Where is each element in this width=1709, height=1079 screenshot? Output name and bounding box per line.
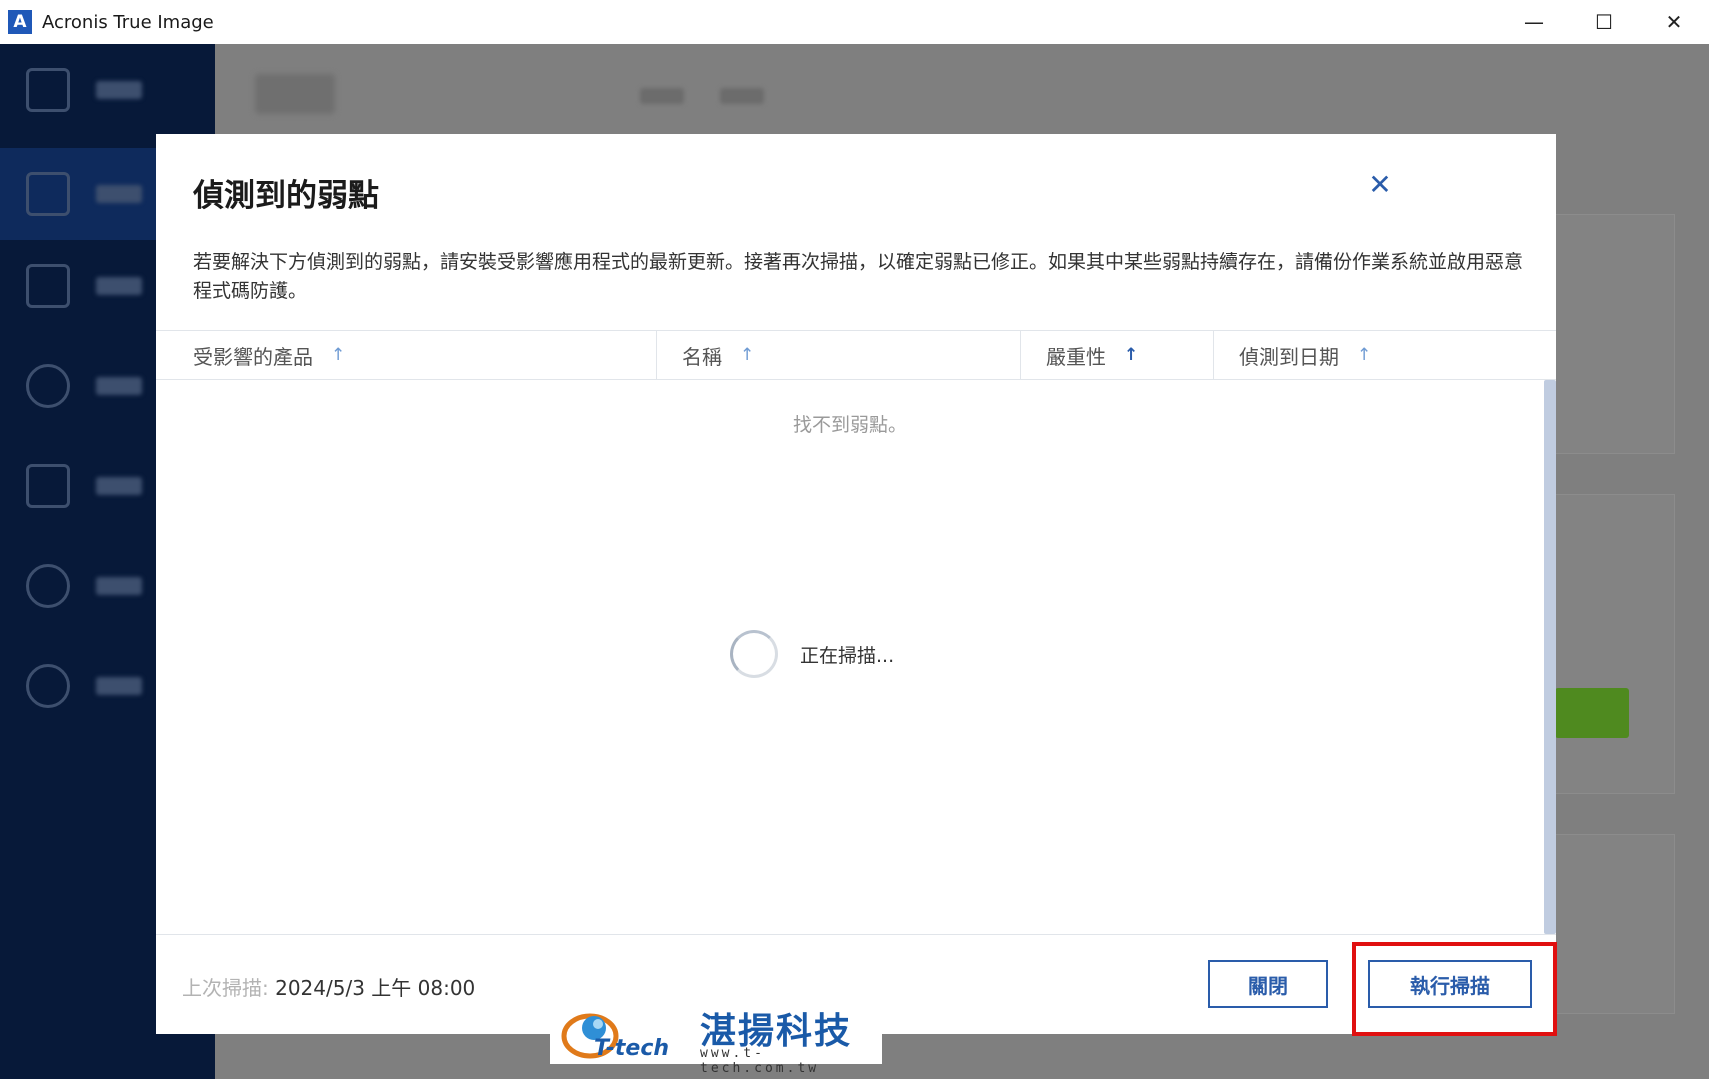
shield-icon bbox=[26, 172, 70, 216]
footer-divider bbox=[156, 934, 1556, 935]
watermark-brand: T-tech bbox=[594, 1036, 670, 1061]
column-header-label: 偵測到日期 bbox=[1239, 344, 1339, 369]
gear-icon bbox=[26, 664, 70, 708]
column-divider bbox=[656, 331, 657, 379]
background-action-button bbox=[1555, 688, 1629, 738]
sync-icon bbox=[26, 364, 70, 408]
dialog-description: 若要解決下方偵測到的弱點，請安裝受影響應用程式的最新更新。接著再次掃描，以確定弱… bbox=[193, 251, 1524, 302]
column-header-label: 名稱 bbox=[682, 344, 722, 369]
sort-arrow-icon: ↑ bbox=[1357, 345, 1372, 365]
column-divider bbox=[1213, 331, 1214, 379]
window-title-bar: A Acronis True Image — ☐ ✕ bbox=[0, 0, 1709, 44]
column-header-severity[interactable]: 嚴重性 ↑ bbox=[1046, 331, 1138, 379]
minimize-button[interactable]: — bbox=[1499, 0, 1569, 44]
archive-icon bbox=[26, 264, 70, 308]
dialog-title: 偵測到的弱點 bbox=[193, 178, 379, 214]
sidebar-item-label bbox=[96, 677, 142, 695]
tab-overview bbox=[640, 88, 684, 104]
last-scan-info: 上次掃描: 2024/5/3 上午 08:00 bbox=[182, 972, 475, 1001]
sidebar-item-label bbox=[96, 185, 142, 203]
column-header-label: 受影響的產品 bbox=[193, 344, 313, 369]
tab-activity bbox=[720, 88, 764, 104]
close-icon[interactable]: ✕ bbox=[1364, 168, 1396, 201]
scanning-text: 正在掃描... bbox=[800, 644, 895, 667]
empty-list-message: 找不到弱點。 bbox=[792, 414, 907, 436]
sidebar-item-label bbox=[96, 277, 142, 295]
backup-icon bbox=[26, 68, 70, 112]
column-header-affected-product[interactable]: 受影響的產品 ↑ bbox=[193, 331, 345, 379]
sidebar-item-label bbox=[96, 577, 142, 595]
sidebar-item-label bbox=[96, 477, 142, 495]
vulnerability-list: 找不到弱點。 正在掃描... bbox=[156, 380, 1544, 934]
annotation-highlight-box bbox=[1352, 942, 1557, 1036]
watermark: T-tech 湛揚科技 www.t-tech.com.tw bbox=[550, 1000, 882, 1076]
column-header-label: 嚴重性 bbox=[1046, 344, 1106, 369]
spinner-icon bbox=[730, 630, 778, 678]
column-header-name[interactable]: 名稱 ↑ bbox=[682, 331, 754, 379]
scanning-indicator: 正在掃描... bbox=[730, 630, 894, 678]
column-divider bbox=[1020, 331, 1021, 379]
acronis-logo-icon: A bbox=[8, 10, 32, 34]
list-scrollbar[interactable] bbox=[1544, 380, 1556, 934]
sort-arrow-icon: ↑ bbox=[331, 345, 346, 365]
table-header: 受影響的產品 ↑ 名稱 ↑ 嚴重性 ↑ 偵測到日期 ↑ bbox=[156, 330, 1556, 380]
page-title bbox=[255, 74, 335, 114]
user-icon bbox=[26, 564, 70, 608]
sort-arrow-icon: ↑ bbox=[1124, 345, 1139, 365]
watermark-url: www.t-tech.com.tw bbox=[700, 1046, 820, 1076]
sort-arrow-icon: ↑ bbox=[740, 345, 755, 365]
last-scan-value: 2024/5/3 上午 08:00 bbox=[275, 976, 476, 1000]
column-header-detected-date[interactable]: 偵測到日期 ↑ bbox=[1239, 331, 1371, 379]
sidebar-item-backup[interactable] bbox=[0, 44, 215, 136]
vulnerabilities-dialog: 偵測到的弱點 ✕ 若要解決下方偵測到的弱點，請安裝受影響應用程式的最新更新。接著… bbox=[156, 134, 1557, 1036]
close-window-button[interactable]: ✕ bbox=[1639, 0, 1709, 44]
sidebar-item-label bbox=[96, 81, 142, 99]
window-title: Acronis True Image bbox=[42, 11, 214, 33]
window-controls: — ☐ ✕ bbox=[1499, 0, 1709, 44]
sidebar-item-label bbox=[96, 377, 142, 395]
grid-icon bbox=[26, 464, 70, 508]
maximize-button[interactable]: ☐ bbox=[1569, 0, 1639, 44]
close-button[interactable]: 關閉 bbox=[1208, 960, 1328, 1008]
last-scan-label: 上次掃描: bbox=[182, 976, 269, 1000]
